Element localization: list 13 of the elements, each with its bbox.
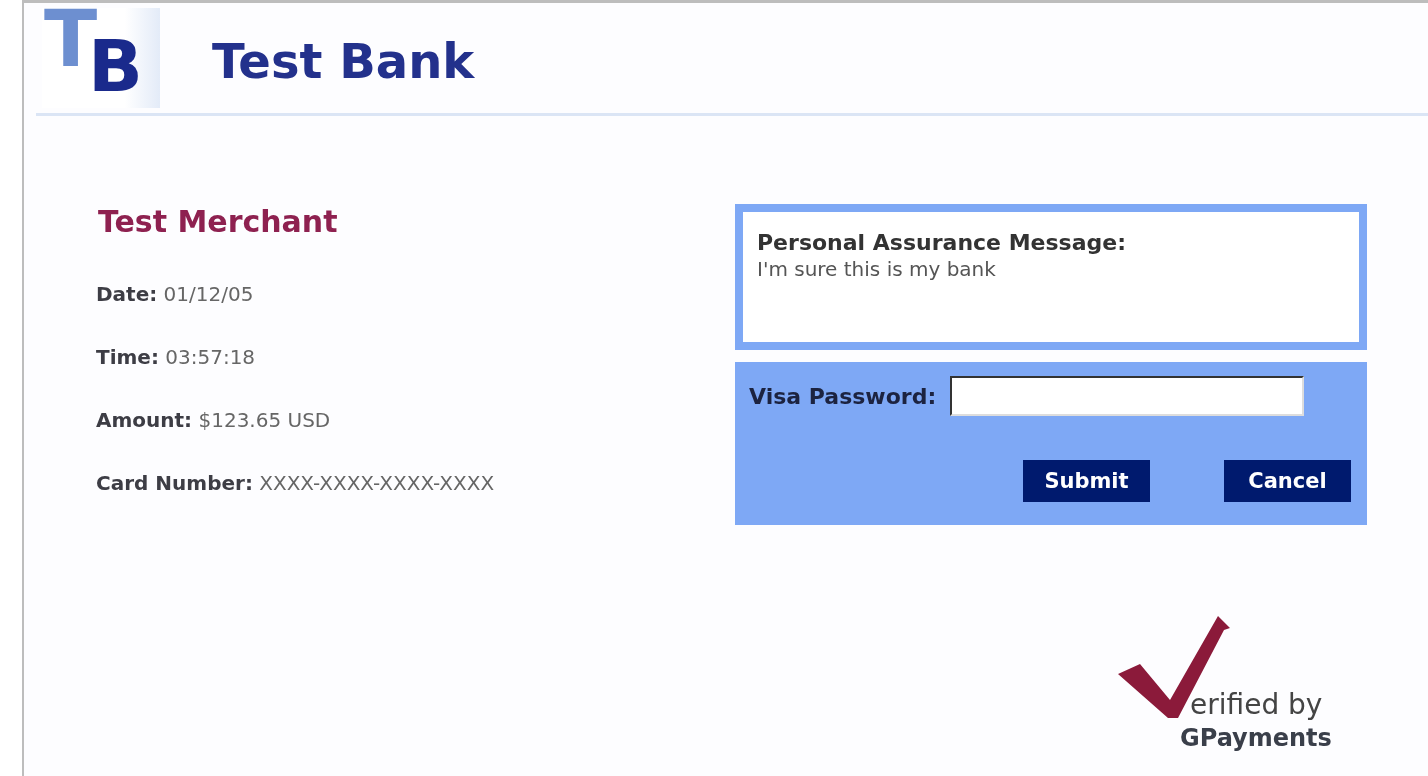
- assurance-message: I'm sure this is my bank: [757, 257, 997, 281]
- submit-button[interactable]: Submit: [1023, 460, 1150, 502]
- assurance-title: Personal Assurance Message:: [757, 230, 1127, 255]
- cancel-button[interactable]: Cancel: [1224, 460, 1351, 502]
- password-label: Visa Password:: [749, 383, 937, 409]
- transaction-detail: Date: 01/12/05: [96, 282, 255, 306]
- transaction-detail: Card Number: XXXX-XXXX-XXXX-XXXX: [96, 471, 496, 495]
- transaction-detail: Time: 03:57:18: [96, 345, 257, 369]
- merchant-name: Test Merchant: [98, 204, 339, 239]
- verified-brand: GPayments: [1180, 724, 1332, 752]
- bank-name: Test Bank: [212, 33, 475, 89]
- verified-text: erified by: [1190, 688, 1323, 721]
- transaction-detail: Amount: $123.65 USD: [96, 408, 332, 432]
